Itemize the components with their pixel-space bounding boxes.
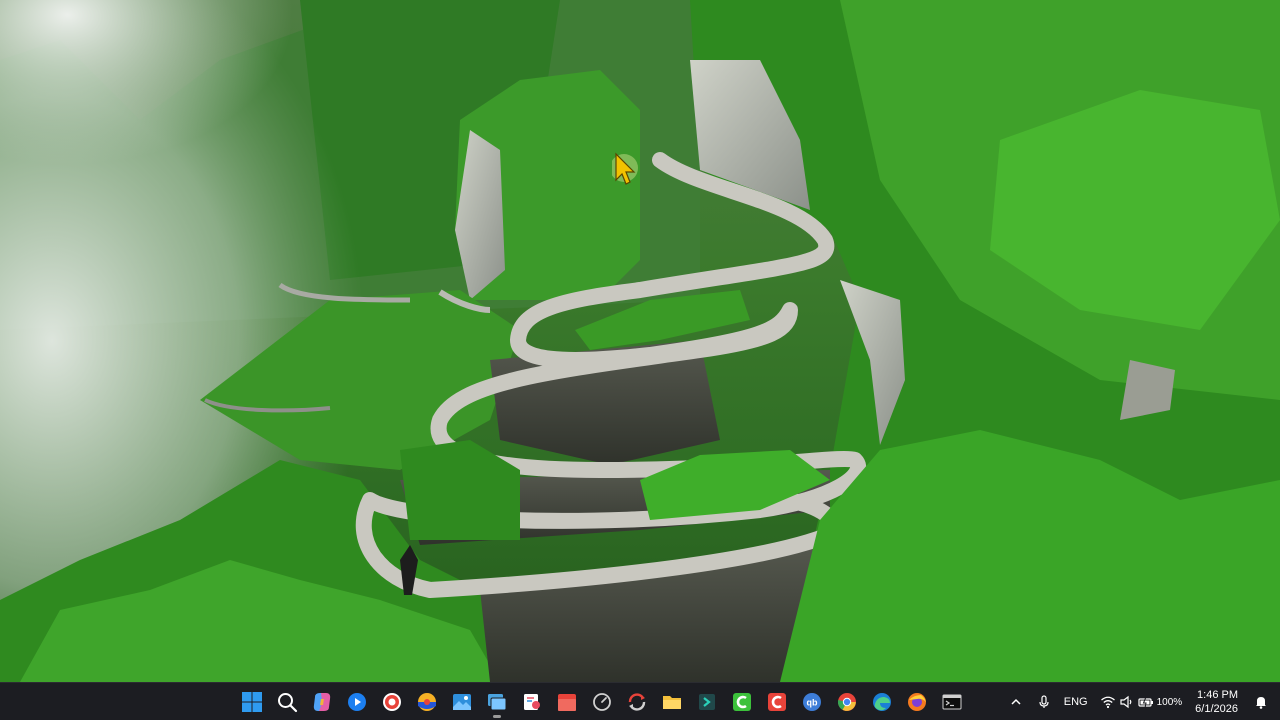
notification-bell-icon bbox=[1256, 697, 1266, 709]
microphone-button[interactable] bbox=[1031, 686, 1057, 718]
red-c-icon bbox=[768, 693, 786, 711]
vpn-app-button[interactable] bbox=[411, 686, 443, 718]
terminal-icon bbox=[942, 694, 962, 710]
clock-button[interactable]: 1:46 PM 6/1/2026 bbox=[1189, 688, 1246, 716]
snipping-tool-button[interactable] bbox=[516, 686, 548, 718]
green-c-icon bbox=[733, 693, 751, 711]
photos-icon bbox=[453, 694, 471, 710]
taskbar: qb ENG 100% 1:46 PM 6/1/2026 bbox=[0, 682, 1280, 720]
edge-icon bbox=[873, 693, 891, 711]
chrome-button[interactable] bbox=[831, 686, 863, 718]
play-icon bbox=[348, 693, 366, 711]
firefox-icon bbox=[908, 693, 926, 711]
mouse-cursor-icon bbox=[612, 152, 638, 185]
arrow-box-icon bbox=[699, 694, 715, 710]
file-explorer-window-button[interactable] bbox=[481, 686, 513, 718]
command-prompt-button[interactable] bbox=[936, 686, 968, 718]
wifi-icon bbox=[1100, 696, 1115, 709]
microphone-icon bbox=[1039, 695, 1049, 708]
svg-text:qb: qb bbox=[807, 698, 818, 708]
file-explorer-button[interactable] bbox=[656, 686, 688, 718]
quick-settings-group: 100% bbox=[1100, 694, 1183, 710]
terminal-app-button[interactable] bbox=[691, 686, 723, 718]
volume-icon bbox=[1119, 695, 1131, 709]
folder-icon bbox=[663, 696, 681, 709]
sync-icon bbox=[628, 693, 646, 711]
shield-globe-icon bbox=[418, 693, 436, 711]
photos-button[interactable] bbox=[446, 686, 478, 718]
chevron-up-icon bbox=[1011, 698, 1021, 705]
clock-date: 6/1/2026 bbox=[1195, 703, 1238, 715]
calendar-app-button[interactable] bbox=[551, 686, 583, 718]
screen-recorder-button[interactable] bbox=[376, 686, 408, 718]
qbittorrent-button[interactable]: qb bbox=[796, 686, 828, 718]
taskbar-apps: qb bbox=[236, 683, 968, 720]
windows-logo-icon bbox=[242, 692, 262, 712]
qb-icon: qb bbox=[803, 693, 821, 711]
mountain-road-wallpaper bbox=[0, 0, 1280, 682]
camtasia-button[interactable] bbox=[726, 686, 758, 718]
start-button[interactable] bbox=[236, 686, 268, 718]
copilot-button[interactable] bbox=[306, 686, 338, 718]
sync-app-button[interactable] bbox=[621, 686, 653, 718]
show-hidden-icons-button[interactable] bbox=[1003, 686, 1029, 718]
language-label: ENG bbox=[1063, 696, 1088, 708]
search-button[interactable] bbox=[271, 686, 303, 718]
system-tray: ENG 100% 1:46 PM 6/1/2026 bbox=[1003, 683, 1280, 720]
snip-icon bbox=[524, 694, 540, 710]
language-indicator[interactable]: ENG bbox=[1059, 686, 1093, 718]
chrome-icon bbox=[837, 693, 856, 711]
desktop[interactable] bbox=[0, 0, 1280, 682]
gauge-icon bbox=[593, 693, 611, 711]
search-icon bbox=[278, 693, 298, 713]
capcut-button[interactable] bbox=[761, 686, 793, 718]
clock-time: 1:46 PM bbox=[1197, 689, 1238, 701]
quick-settings-button[interactable]: 100% bbox=[1095, 686, 1188, 718]
calendar-icon bbox=[558, 694, 576, 711]
battery-charging-icon bbox=[1137, 696, 1153, 709]
media-player-button[interactable] bbox=[341, 686, 373, 718]
window-stack-icon bbox=[488, 694, 507, 711]
edge-button[interactable] bbox=[866, 686, 898, 718]
speedtest-button[interactable] bbox=[586, 686, 618, 718]
notification-button[interactable] bbox=[1248, 686, 1274, 718]
copilot-icon bbox=[313, 693, 331, 711]
battery-percent: 100% bbox=[1156, 696, 1183, 708]
record-icon bbox=[383, 693, 401, 711]
firefox-button[interactable] bbox=[901, 686, 933, 718]
